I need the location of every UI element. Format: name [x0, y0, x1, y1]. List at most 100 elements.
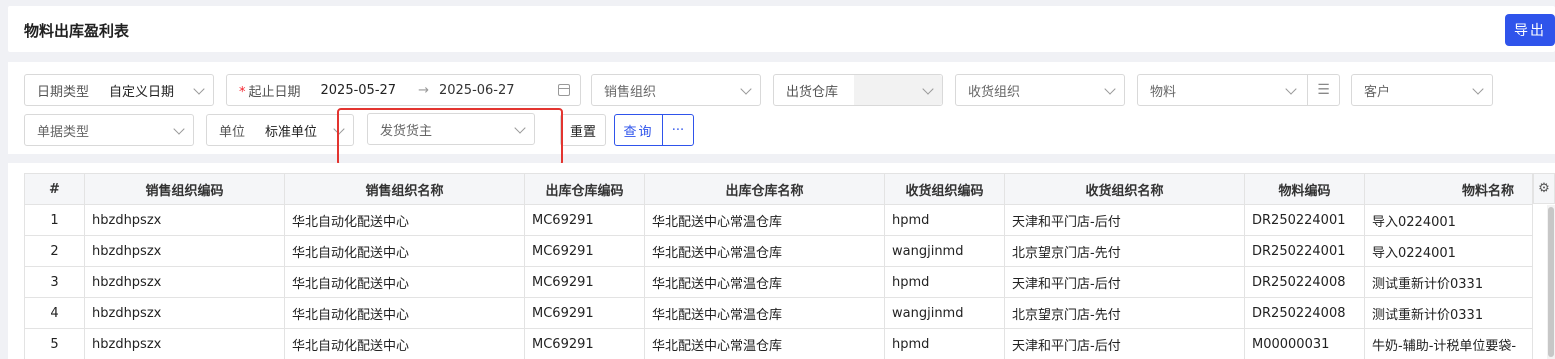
table-cell: hbzdhpszx	[84, 328, 285, 359]
table-cell: MC69291	[524, 266, 645, 298]
table-cell: hpmd	[884, 328, 1005, 359]
end-date[interactable]: 2025-06-27	[439, 83, 515, 98]
table-cell: 天津和平门店-后付	[1004, 204, 1245, 236]
filter-settings-icon[interactable]: ☰	[1307, 75, 1339, 105]
chevron-down-icon	[740, 83, 752, 95]
customer-select[interactable]: 客户	[1351, 74, 1493, 106]
table-row[interactable]: 3 hbzdhpszx 华北自动化配送中心 MC69291 华北配送中心常温仓库 hpmd…	[24, 266, 1533, 298]
column-header[interactable]: 物料名称	[1364, 173, 1533, 205]
doc-type-placeholder: 单据类型	[37, 124, 90, 140]
chevron-down-icon	[1472, 83, 1484, 95]
sales-org-select[interactable]: 销售组织	[591, 74, 761, 106]
table-cell: MC69291	[524, 297, 645, 329]
table-cell: MC69291	[524, 235, 645, 267]
query-button-group: 查询 ···	[614, 114, 694, 146]
page-header: 物料出库盈利表 导出	[8, 6, 1555, 52]
table-cell: 华北自动化配送中心	[284, 328, 525, 359]
receive-org-placeholder: 收货组织	[968, 84, 1021, 100]
table-row[interactable]: 2 hbzdhpszx 华北自动化配送中心 MC69291 华北配送中心常温仓库 wang…	[24, 235, 1533, 267]
column-settings-gear-icon[interactable]: ⚙	[1533, 173, 1555, 204]
date-range-picker[interactable]: * 起止日期 2025-05-27 → 2025-06-27	[226, 74, 581, 106]
table-cell: 华北配送中心常温仓库	[644, 266, 885, 298]
unit-select[interactable]: 单位 标准单位	[206, 114, 354, 146]
date-type-select[interactable]: 日期类型 自定义日期	[24, 74, 214, 106]
table-cell: 华北配送中心常温仓库	[644, 235, 885, 267]
table-cell: 测试重新计价0331	[1364, 297, 1533, 329]
table-cell: 天津和平门店-后付	[1004, 328, 1245, 359]
date-type-value: 自定义日期	[109, 84, 175, 100]
customer-placeholder: 客户	[1364, 84, 1391, 100]
table-cell: 天津和平门店-后付	[1004, 266, 1245, 298]
chevron-down-icon	[193, 83, 205, 95]
table-cell: 北京望京门店-先付	[1004, 297, 1245, 329]
table-cell: 北京望京门店-先付	[1004, 235, 1245, 267]
chevron-down-icon	[173, 123, 185, 135]
table-cell: 华北配送中心常温仓库	[644, 204, 885, 236]
column-header[interactable]: 销售组织名称	[284, 173, 525, 205]
date-type-label: 日期类型	[37, 84, 90, 100]
page-title: 物料出库盈利表	[24, 22, 130, 40]
column-header[interactable]: 销售组织编码	[84, 173, 285, 205]
table-cell: 导入0224001	[1364, 204, 1533, 236]
start-date[interactable]: 2025-05-27	[301, 83, 397, 98]
vertical-scrollbar[interactable]	[1547, 205, 1555, 359]
column-header[interactable]: 收货组织名称	[1004, 173, 1245, 205]
table-cell: 华北自动化配送中心	[284, 235, 525, 267]
unit-value: 标准单位	[265, 124, 318, 140]
table-cell: 华北配送中心常温仓库	[644, 328, 885, 359]
table-cell: hbzdhpszx	[84, 266, 285, 298]
table-cell: 导入0224001	[1364, 235, 1533, 267]
column-header[interactable]: 出库仓库编码	[524, 173, 645, 205]
table-row[interactable]: 5 hbzdhpszx 华北自动化配送中心 MC69291 华北配送中心常温仓库 hpmd…	[24, 328, 1533, 359]
column-header[interactable]: #	[24, 173, 85, 205]
unit-label: 单位	[219, 124, 246, 140]
export-button[interactable]: 导出	[1505, 14, 1555, 46]
table-cell: 2	[24, 235, 85, 267]
scrollbar-thumb[interactable]	[1548, 207, 1554, 357]
table-row[interactable]: 1 hbzdhpszx 华北自动化配送中心 MC69291 华北配送中心常温仓库 hpmd…	[24, 204, 1533, 236]
column-header[interactable]: 出库仓库名称	[644, 173, 885, 205]
arrow-right-icon: →	[418, 82, 429, 98]
table-row[interactable]: 4 hbzdhpszx 华北自动化配送中心 MC69291 华北配送中心常温仓库 wang…	[24, 297, 1533, 329]
table-cell: wangjinmd	[884, 235, 1005, 267]
chevron-down-icon	[1285, 83, 1297, 95]
table-cell: 5	[24, 328, 85, 359]
data-table-card: # 销售组织编码 销售组织名称 出库仓库编码 出库仓库名称 收货组织编码 收货组…	[8, 163, 1555, 359]
table-cell: 测试重新计价0331	[1364, 266, 1533, 298]
material-select[interactable]: 物料 ☰	[1137, 74, 1340, 106]
data-table: # 销售组织编码 销售组织名称 出库仓库编码 出库仓库名称 收货组织编码 收货组…	[24, 173, 1533, 359]
table-cell: 3	[24, 266, 85, 298]
table-cell: M00000031	[1244, 328, 1365, 359]
table-cell: hpmd	[884, 204, 1005, 236]
column-header[interactable]: 收货组织编码	[884, 173, 1005, 205]
table-cell: 华北自动化配送中心	[284, 297, 525, 329]
query-button[interactable]: 查询	[615, 115, 663, 145]
table-cell: 4	[24, 297, 85, 329]
table-cell: hbzdhpszx	[84, 235, 285, 267]
table-cell: DR250224008	[1244, 266, 1365, 298]
table-cell: DR250224001	[1244, 204, 1365, 236]
ship-warehouse-select[interactable]: 出货仓库	[773, 74, 943, 106]
table-cell: wangjinmd	[884, 297, 1005, 329]
table-cell: hbzdhpszx	[84, 297, 285, 329]
more-options-button[interactable]: ···	[663, 115, 693, 145]
table-cell: 华北自动化配送中心	[284, 266, 525, 298]
table-cell: hbzdhpszx	[84, 204, 285, 236]
table-cell: DR250224008	[1244, 297, 1365, 329]
table-cell: 1	[24, 204, 85, 236]
reset-button[interactable]: 重置	[560, 114, 606, 146]
highlight-annotation	[337, 108, 563, 166]
table-cell: 华北配送中心常温仓库	[644, 297, 885, 329]
table-cell: DR250224001	[1244, 235, 1365, 267]
date-range-label: * 起止日期	[239, 84, 301, 100]
column-header[interactable]: 物料编码	[1244, 173, 1365, 205]
ship-warehouse-label: 出货仓库	[786, 84, 839, 100]
table-cell: 华北自动化配送中心	[284, 204, 525, 236]
filter-panel: 日期类型 自定义日期 * 起止日期 2025-05-27 → 2025-06-27…	[8, 62, 1555, 154]
doc-type-select[interactable]: 单据类型	[24, 114, 194, 146]
receive-org-select[interactable]: 收货组织	[955, 74, 1125, 106]
calendar-icon	[558, 84, 570, 96]
table-header-row: # 销售组织编码 销售组织名称 出库仓库编码 出库仓库名称 收货组织编码 收货组…	[24, 173, 1533, 205]
table-cell: hpmd	[884, 266, 1005, 298]
table-cell: MC69291	[524, 328, 645, 359]
